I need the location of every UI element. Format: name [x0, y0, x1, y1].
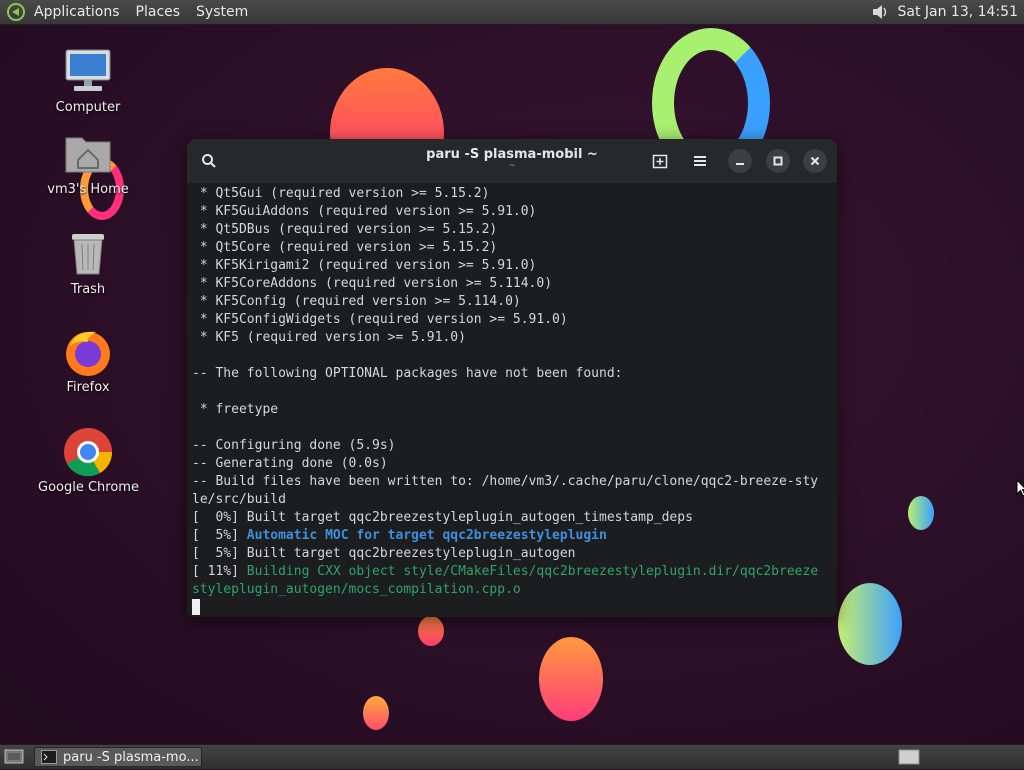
blue-green-blob [908, 496, 934, 530]
trash-icon [62, 228, 114, 280]
taskbar-item-terminal[interactable]: paru -S plasma-mo... [34, 747, 202, 767]
terminal-line-cxx: [ 11%] Building CXX object style/CMakeFi… [192, 563, 833, 581]
progress-prefix: [ 11%] [192, 564, 247, 579]
terminal-line: -- Configuring done (5.9s) [192, 438, 396, 453]
terminal-titlebar[interactable]: paru -S plasma-mobil ~ ~ [187, 139, 837, 183]
desktop-icon-label: Computer [55, 100, 121, 115]
desktop-icon-firefox[interactable]: Firefox [38, 326, 138, 395]
applications-menu[interactable]: Applications [26, 0, 128, 24]
orange-blob-tiny [363, 696, 389, 730]
desktop-icon-home[interactable]: vm3's Home [38, 128, 138, 197]
terminal-line: * Qt5Core (required version >= 5.15.2) [192, 240, 498, 255]
home-folder-icon [62, 128, 114, 180]
terminal-output[interactable]: * Qt5Gui (required version >= 5.15.2) * … [192, 185, 833, 617]
terminal-line: * freetype [192, 402, 279, 417]
bottom-panel: paru -S plasma-mo... [0, 744, 1024, 769]
terminal-icon [41, 750, 57, 764]
terminal-line: * KF5ConfigWidgets (required version >= … [192, 312, 568, 327]
terminal-line: * KF5GuiAddons (required version >= 5.91… [192, 204, 537, 219]
firefox-icon [62, 326, 114, 378]
terminal-line: * KF5 (required version >= 5.91.0) [192, 330, 466, 345]
top-panel: Applications Places System Sat Jan 13, 1… [0, 0, 1024, 25]
terminal-line: -- Build files have been written to: /ho… [192, 474, 819, 489]
desktop-icon-chrome[interactable]: Google Chrome [38, 426, 139, 495]
clock[interactable]: Sat Jan 13, 14:51 [898, 4, 1019, 20]
terminal-line: * KF5Kirigami2 (required version >= 5.91… [192, 258, 537, 273]
terminal-line: -- The following OPTIONAL packages have … [192, 366, 623, 381]
computer-icon [62, 46, 114, 98]
terminal-window[interactable]: paru -S plasma-mobil ~ ~ * Qt5Gui (requi… [187, 139, 837, 617]
terminal-line: * KF5CoreAddons (required version >= 5.1… [192, 276, 553, 291]
desktop-icon-computer[interactable]: Computer [38, 46, 138, 115]
distro-logo-icon[interactable] [6, 2, 26, 22]
text-cursor [192, 599, 200, 615]
blue-green-blob-large [838, 583, 902, 665]
system-menu[interactable]: System [188, 0, 256, 24]
desktop-icon-label: Trash [70, 282, 106, 297]
terminal-line: le/src/build [192, 492, 286, 507]
orange-blob-medium [539, 637, 603, 721]
terminal-line: * KF5Config (required version >= 5.114.0… [192, 294, 521, 309]
desktop-icon-label: vm3's Home [47, 182, 129, 197]
workspace-switcher-icon[interactable] [898, 748, 920, 770]
show-desktop-icon[interactable] [4, 748, 24, 770]
cxx-message: Building CXX object style/CMakeFiles/qqc… [246, 564, 819, 579]
terminal-line: * Qt5Gui (required version >= 5.15.2) [192, 186, 490, 201]
places-menu[interactable]: Places [128, 0, 189, 24]
terminal-line-autogen: [ 5%] Built target qqc2breezestyleplugin… [192, 546, 576, 561]
terminal-line: -- Generating done (0.0s) [192, 456, 388, 471]
chrome-icon [62, 426, 114, 478]
terminal-line: [ 0%] Built target qqc2breezestyleplugin… [192, 510, 693, 525]
taskbar-item-label: paru -S plasma-mo... [63, 749, 199, 765]
volume-icon[interactable] [870, 3, 890, 21]
new-tab-icon[interactable] [648, 149, 672, 173]
orange-blob-small [418, 616, 444, 646]
terminal-line: * Qt5DBus (required version >= 5.15.2) [192, 222, 498, 237]
minimize-icon[interactable] [728, 149, 752, 173]
terminal-line-moc: [ 5%] Automatic MOC for target qqc2breez… [192, 527, 833, 545]
desktop-icon-label: Firefox [66, 380, 110, 395]
terminal-line-cxx-cont: styleplugin_autogen/mocs_compilation.cpp… [192, 582, 521, 597]
terminal-output-lines: * Qt5Gui (required version >= 5.15.2) * … [192, 185, 833, 527]
close-icon[interactable] [803, 149, 827, 173]
mouse-pointer-icon [1016, 478, 1024, 501]
hamburger-menu-icon[interactable] [688, 149, 712, 173]
moc-message: Automatic MOC for target qqc2breezestyle… [246, 528, 607, 543]
progress-prefix: [ 5%] [192, 528, 247, 543]
terminal-prompt-line[interactable] [192, 599, 833, 617]
desktop-icon-label: Google Chrome [38, 480, 139, 495]
desktop-icon-trash[interactable]: Trash [38, 228, 138, 297]
maximize-icon[interactable] [766, 149, 790, 173]
